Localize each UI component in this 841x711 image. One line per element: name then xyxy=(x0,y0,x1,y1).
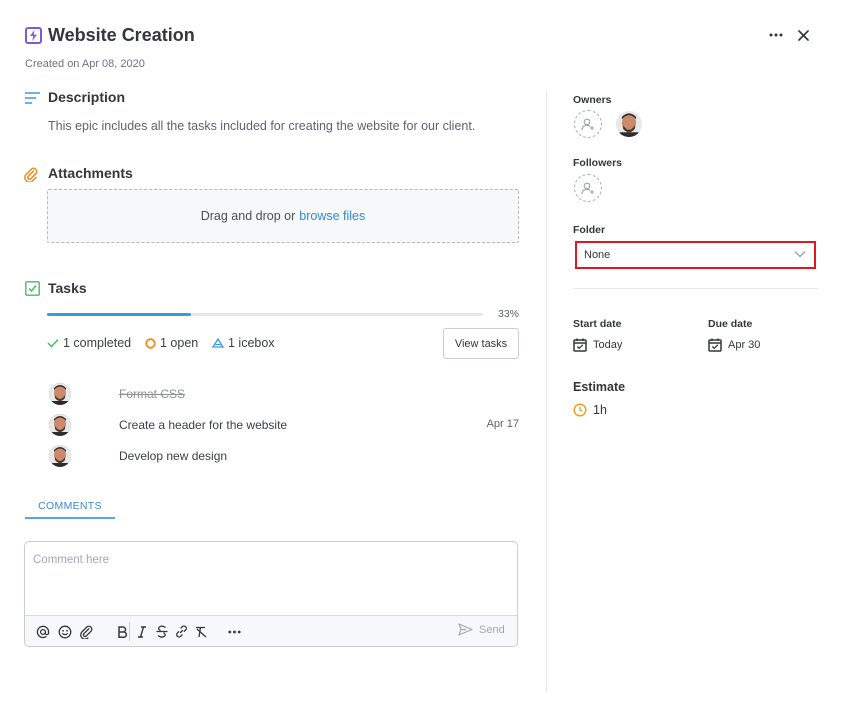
add-follower-button[interactable] xyxy=(574,174,602,202)
attachments-heading: Attachments xyxy=(48,165,133,181)
task-name[interactable]: Create a header for the website xyxy=(119,418,287,432)
close-button[interactable] xyxy=(795,27,811,43)
chevron-down-icon xyxy=(794,251,806,258)
mention-icon[interactable] xyxy=(35,624,50,639)
created-date: Created on Apr 08, 2020 xyxy=(25,58,145,70)
send-icon xyxy=(458,623,473,636)
view-tasks-button[interactable]: View tasks xyxy=(443,328,519,359)
avatar xyxy=(49,414,71,436)
calendar-icon xyxy=(573,338,587,352)
task-row[interactable]: Create a header for the website Apr 17 xyxy=(47,412,519,438)
estimate-label: Estimate xyxy=(573,380,626,394)
task-name[interactable]: Develop new design xyxy=(119,449,227,463)
attach-icon[interactable] xyxy=(79,624,94,639)
estimate-value[interactable]: 1h xyxy=(573,403,607,417)
strikethrough-icon[interactable] xyxy=(154,624,169,639)
more-icon xyxy=(769,33,783,37)
task-name[interactable]: Format CSS xyxy=(119,387,185,401)
completed-count: 1 completed xyxy=(47,336,131,350)
owner-avatar[interactable] xyxy=(616,111,642,137)
bold-icon[interactable] xyxy=(115,624,130,639)
column-divider xyxy=(546,90,547,692)
add-user-icon xyxy=(581,182,594,194)
start-date-label: Start date xyxy=(573,318,622,330)
more-options-button[interactable] xyxy=(768,27,784,43)
task-row[interactable]: Develop new design xyxy=(47,443,519,469)
comment-editor: Send xyxy=(24,541,518,647)
checkbox-icon xyxy=(24,280,40,296)
clock-icon xyxy=(573,403,587,417)
sidebar-divider xyxy=(573,288,818,289)
close-icon xyxy=(797,29,809,41)
due-date-picker[interactable]: Apr 30 xyxy=(708,338,760,352)
open-circle-icon xyxy=(145,337,156,349)
task-date: Apr 17 xyxy=(486,418,519,430)
clear-format-icon[interactable] xyxy=(194,624,209,639)
link-icon[interactable] xyxy=(174,624,189,639)
followers-label: Followers xyxy=(573,157,623,169)
paperclip-icon xyxy=(23,166,39,182)
open-count: 1 open xyxy=(145,336,198,350)
calendar-icon xyxy=(708,338,722,352)
comment-toolbar: Send xyxy=(25,615,517,646)
due-date-label: Due date xyxy=(708,318,753,330)
lightning-icon xyxy=(25,27,42,44)
folder-label: Folder xyxy=(573,224,606,236)
emoji-icon[interactable] xyxy=(57,624,72,639)
comment-input[interactable] xyxy=(33,554,503,566)
task-row[interactable]: Format CSS xyxy=(47,381,519,407)
avatar xyxy=(49,445,71,467)
page-title: Website Creation xyxy=(48,25,195,45)
start-date-picker[interactable]: Today xyxy=(573,338,622,352)
file-dropzone[interactable]: Drag and drop or browse files xyxy=(47,189,519,243)
folder-select[interactable]: None xyxy=(575,241,816,269)
owners-label: Owners xyxy=(573,94,612,106)
browse-files-link[interactable]: browse files xyxy=(299,209,365,223)
avatar xyxy=(49,383,71,405)
more-format-icon[interactable] xyxy=(227,624,242,639)
description-icon xyxy=(24,90,40,106)
add-owner-button[interactable] xyxy=(574,110,602,138)
send-button[interactable]: Send xyxy=(458,623,505,636)
progress-fill xyxy=(47,313,191,316)
tasks-heading: Tasks xyxy=(48,280,87,296)
icebox-count: 1 icebox xyxy=(212,336,275,350)
progress-percent: 33% xyxy=(498,308,520,320)
dropzone-text: Drag and drop or xyxy=(200,209,296,223)
tab-comments[interactable]: COMMENTS xyxy=(25,500,115,519)
add-user-icon xyxy=(581,118,594,130)
folder-value: None xyxy=(584,249,611,261)
check-icon xyxy=(47,338,59,348)
description-text[interactable]: This epic includes all the tasks include… xyxy=(48,119,475,133)
italic-icon[interactable] xyxy=(134,624,149,639)
tasks-progress-bar xyxy=(47,313,483,316)
description-heading: Description xyxy=(48,89,126,105)
icebox-icon xyxy=(212,338,224,348)
